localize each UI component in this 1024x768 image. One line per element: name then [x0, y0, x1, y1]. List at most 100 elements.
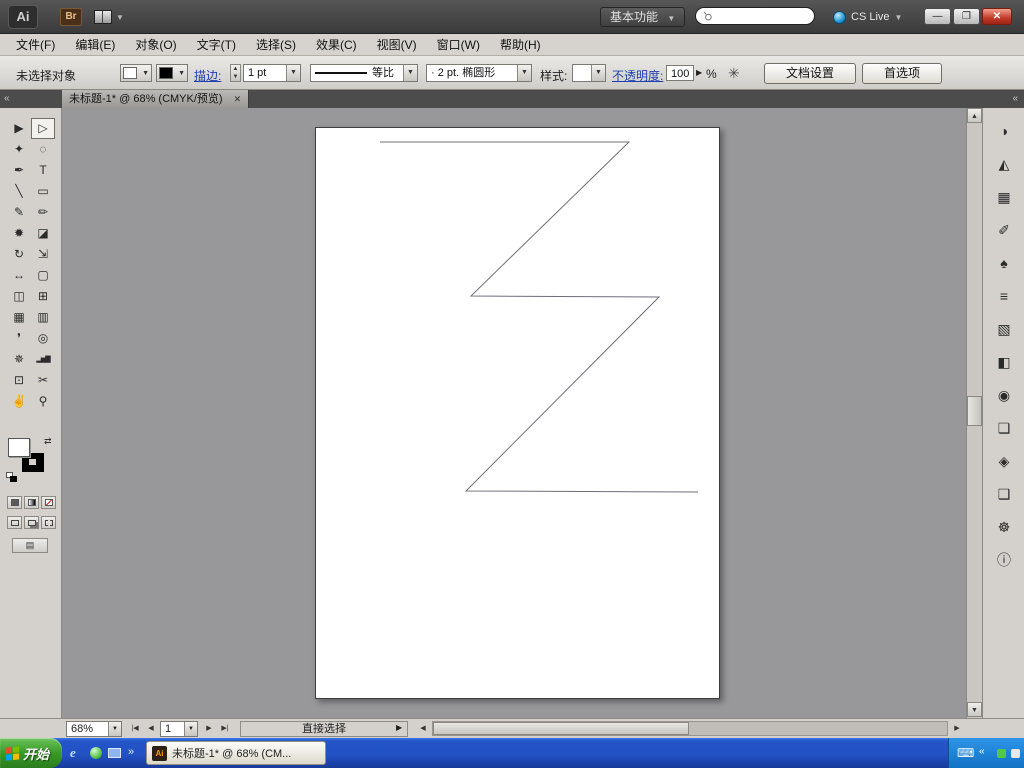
stepper-up-icon[interactable]: ▲ — [231, 65, 240, 73]
document-tab[interactable]: 未标题-1* @ 68% (CMYK/预览) ✕ — [62, 90, 249, 108]
opacity-popup-icon[interactable]: ▶ — [696, 68, 702, 77]
rectangle-tool[interactable]: ▭ — [31, 181, 55, 202]
zoom-tool[interactable]: ⚲ — [31, 391, 55, 412]
minimize-button[interactable]: — — [924, 8, 951, 25]
messenger-icon[interactable] — [90, 747, 102, 759]
gradient-panel-icon[interactable]: ▧ — [989, 316, 1019, 343]
menu-window[interactable]: 窗口(W) — [427, 33, 490, 56]
menu-object[interactable]: 对象(O) — [125, 33, 186, 56]
gradient-tool[interactable]: ▥ — [31, 307, 55, 328]
draw-normal-button[interactable] — [7, 516, 22, 529]
line-segment-tool[interactable]: ╲ — [7, 181, 31, 202]
keyboard-layout-icon[interactable]: ⌨ — [957, 746, 974, 760]
horizontal-scroll-thumb[interactable] — [433, 722, 689, 735]
vertical-scroll-thumb[interactable] — [967, 396, 982, 426]
chevron-down-icon[interactable]: ▼ — [108, 722, 121, 736]
bridge-button[interactable]: Br — [60, 8, 82, 26]
gradient-button[interactable] — [24, 496, 39, 509]
screen-mode-button[interactable]: ▤ — [12, 538, 48, 553]
draw-behind-button[interactable] — [24, 516, 39, 529]
magic-wand-tool[interactable]: ✦ — [7, 139, 31, 160]
close-button[interactable]: ✕ — [982, 8, 1012, 25]
column-graph-tool[interactable]: ▂▅▇ — [31, 349, 55, 370]
quick-launch-overflow-icon[interactable]: » — [128, 746, 134, 758]
last-artboard-button[interactable]: ▶| — [218, 722, 232, 736]
direct-selection-tool[interactable]: ▷ — [31, 118, 55, 139]
eyedropper-tool[interactable]: ❜ — [7, 328, 31, 349]
style-select[interactable]: ▼ — [572, 64, 606, 82]
chevron-down-icon[interactable]: ▼ — [591, 65, 605, 81]
lasso-tool[interactable]: ◌ — [31, 139, 55, 160]
stroke-panel-link[interactable]: 描边: — [194, 67, 221, 84]
swatches-panel-icon[interactable]: ▦ — [989, 184, 1019, 211]
slice-tool[interactable]: ✂ — [31, 370, 55, 391]
mesh-tool[interactable]: ▦ — [7, 307, 31, 328]
hand-tool[interactable]: ✌ — [7, 391, 31, 412]
restore-button[interactable]: ❐ — [953, 8, 980, 25]
opacity-panel-link[interactable]: 不透明度: — [612, 67, 663, 84]
artboard-select[interactable]: 1 ▼ — [160, 721, 198, 737]
blob-brush-tool[interactable]: ✹ — [7, 223, 31, 244]
stroke-panel-icon[interactable]: ≡ — [989, 283, 1019, 310]
width-tool[interactable]: ↔ — [7, 265, 31, 286]
pencil-tool[interactable]: ✏ — [31, 202, 55, 223]
show-desktop-icon[interactable] — [108, 748, 121, 758]
antivirus-tray-icon[interactable] — [997, 749, 1006, 758]
close-tab-icon[interactable]: ✕ — [234, 94, 242, 104]
opacity-input[interactable]: 100 — [666, 65, 694, 81]
eraser-tool[interactable]: ◪ — [31, 223, 55, 244]
color-panel-icon[interactable]: ◑ — [989, 118, 1019, 145]
default-fill-stroke-icon[interactable] — [6, 472, 18, 483]
arrange-documents-arrow-icon[interactable]: ▼ — [116, 13, 124, 22]
menu-file[interactable]: 文件(F) — [6, 33, 65, 56]
symbol-sprayer-tool[interactable]: ✵ — [7, 349, 31, 370]
menu-help[interactable]: 帮助(H) — [490, 33, 551, 56]
fill-color-dropdown[interactable]: ▼ — [120, 64, 152, 82]
chevron-down-icon[interactable]: ▼ — [403, 65, 417, 81]
stroke-color-dropdown[interactable]: ▼ — [156, 64, 188, 82]
type-tool[interactable]: T — [31, 160, 55, 181]
chevron-down-icon[interactable]: ▼ — [184, 722, 197, 736]
next-artboard-button[interactable]: ▶ — [202, 722, 216, 736]
stepper-down-icon[interactable]: ▼ — [231, 73, 240, 81]
illustrator-task-button[interactable]: Ai 未标题-1* @ 68% (CM... — [146, 741, 326, 765]
transparency-panel-icon[interactable]: ◧ — [989, 349, 1019, 376]
fill-color-proxy[interactable] — [8, 438, 30, 457]
symbols-panel-icon[interactable]: ♠ — [989, 250, 1019, 277]
collapse-dock-icon[interactable]: « — [1012, 93, 1018, 104]
rotate-tool[interactable]: ↻ — [7, 244, 31, 265]
none-button[interactable] — [41, 496, 56, 509]
appearance-panel-icon[interactable]: ◉ — [989, 382, 1019, 409]
graphic-styles-panel-icon[interactable]: ❏ — [989, 415, 1019, 442]
perspective-grid-tool[interactable]: ⊞ — [31, 286, 55, 307]
horizontal-scrollbar[interactable] — [432, 721, 948, 736]
artboards-panel-icon[interactable]: ❑ — [989, 481, 1019, 508]
layers-panel-icon[interactable]: ◈ — [989, 448, 1019, 475]
artboard[interactable] — [315, 127, 720, 699]
canvas[interactable] — [62, 108, 966, 718]
menu-edit[interactable]: 编辑(E) — [65, 33, 125, 56]
brushes-panel-icon[interactable]: ✐ — [989, 217, 1019, 244]
chevron-down-icon[interactable]: ▼ — [286, 65, 300, 81]
info-panel-icon[interactable]: ⓘ — [989, 547, 1019, 574]
tray-collapse-icon[interactable]: « — [979, 746, 985, 757]
scroll-left-icon[interactable]: ◀ — [416, 722, 430, 736]
start-button[interactable]: 开始 — [0, 738, 62, 768]
workspace-switcher-button[interactable]: 基本功能 ▼ — [600, 7, 685, 27]
vertical-scrollbar[interactable]: ▲ ▼ — [966, 108, 982, 718]
blend-tool[interactable]: ◎ — [31, 328, 55, 349]
navigator-panel-icon[interactable]: ☸ — [989, 514, 1019, 541]
collapse-tools-icon[interactable]: « — [4, 93, 10, 104]
free-transform-tool[interactable]: ▢ — [31, 265, 55, 286]
first-artboard-button[interactable]: |◀ — [128, 722, 142, 736]
paintbrush-tool[interactable]: ✎ — [7, 202, 31, 223]
status-menu-icon[interactable]: ▶ — [396, 723, 402, 732]
draw-inside-button[interactable] — [41, 516, 56, 529]
recolor-artwork-icon[interactable]: ✳ — [728, 65, 740, 82]
menu-select[interactable]: 选择(S) — [246, 33, 306, 56]
scroll-down-icon[interactable]: ▼ — [967, 702, 982, 717]
pen-tool[interactable]: ✒ — [7, 160, 31, 181]
width-profile-select[interactable]: 等比 ▼ — [310, 64, 418, 82]
menu-effect[interactable]: 效果(C) — [306, 33, 367, 56]
shape-builder-tool[interactable]: ◫ — [7, 286, 31, 307]
